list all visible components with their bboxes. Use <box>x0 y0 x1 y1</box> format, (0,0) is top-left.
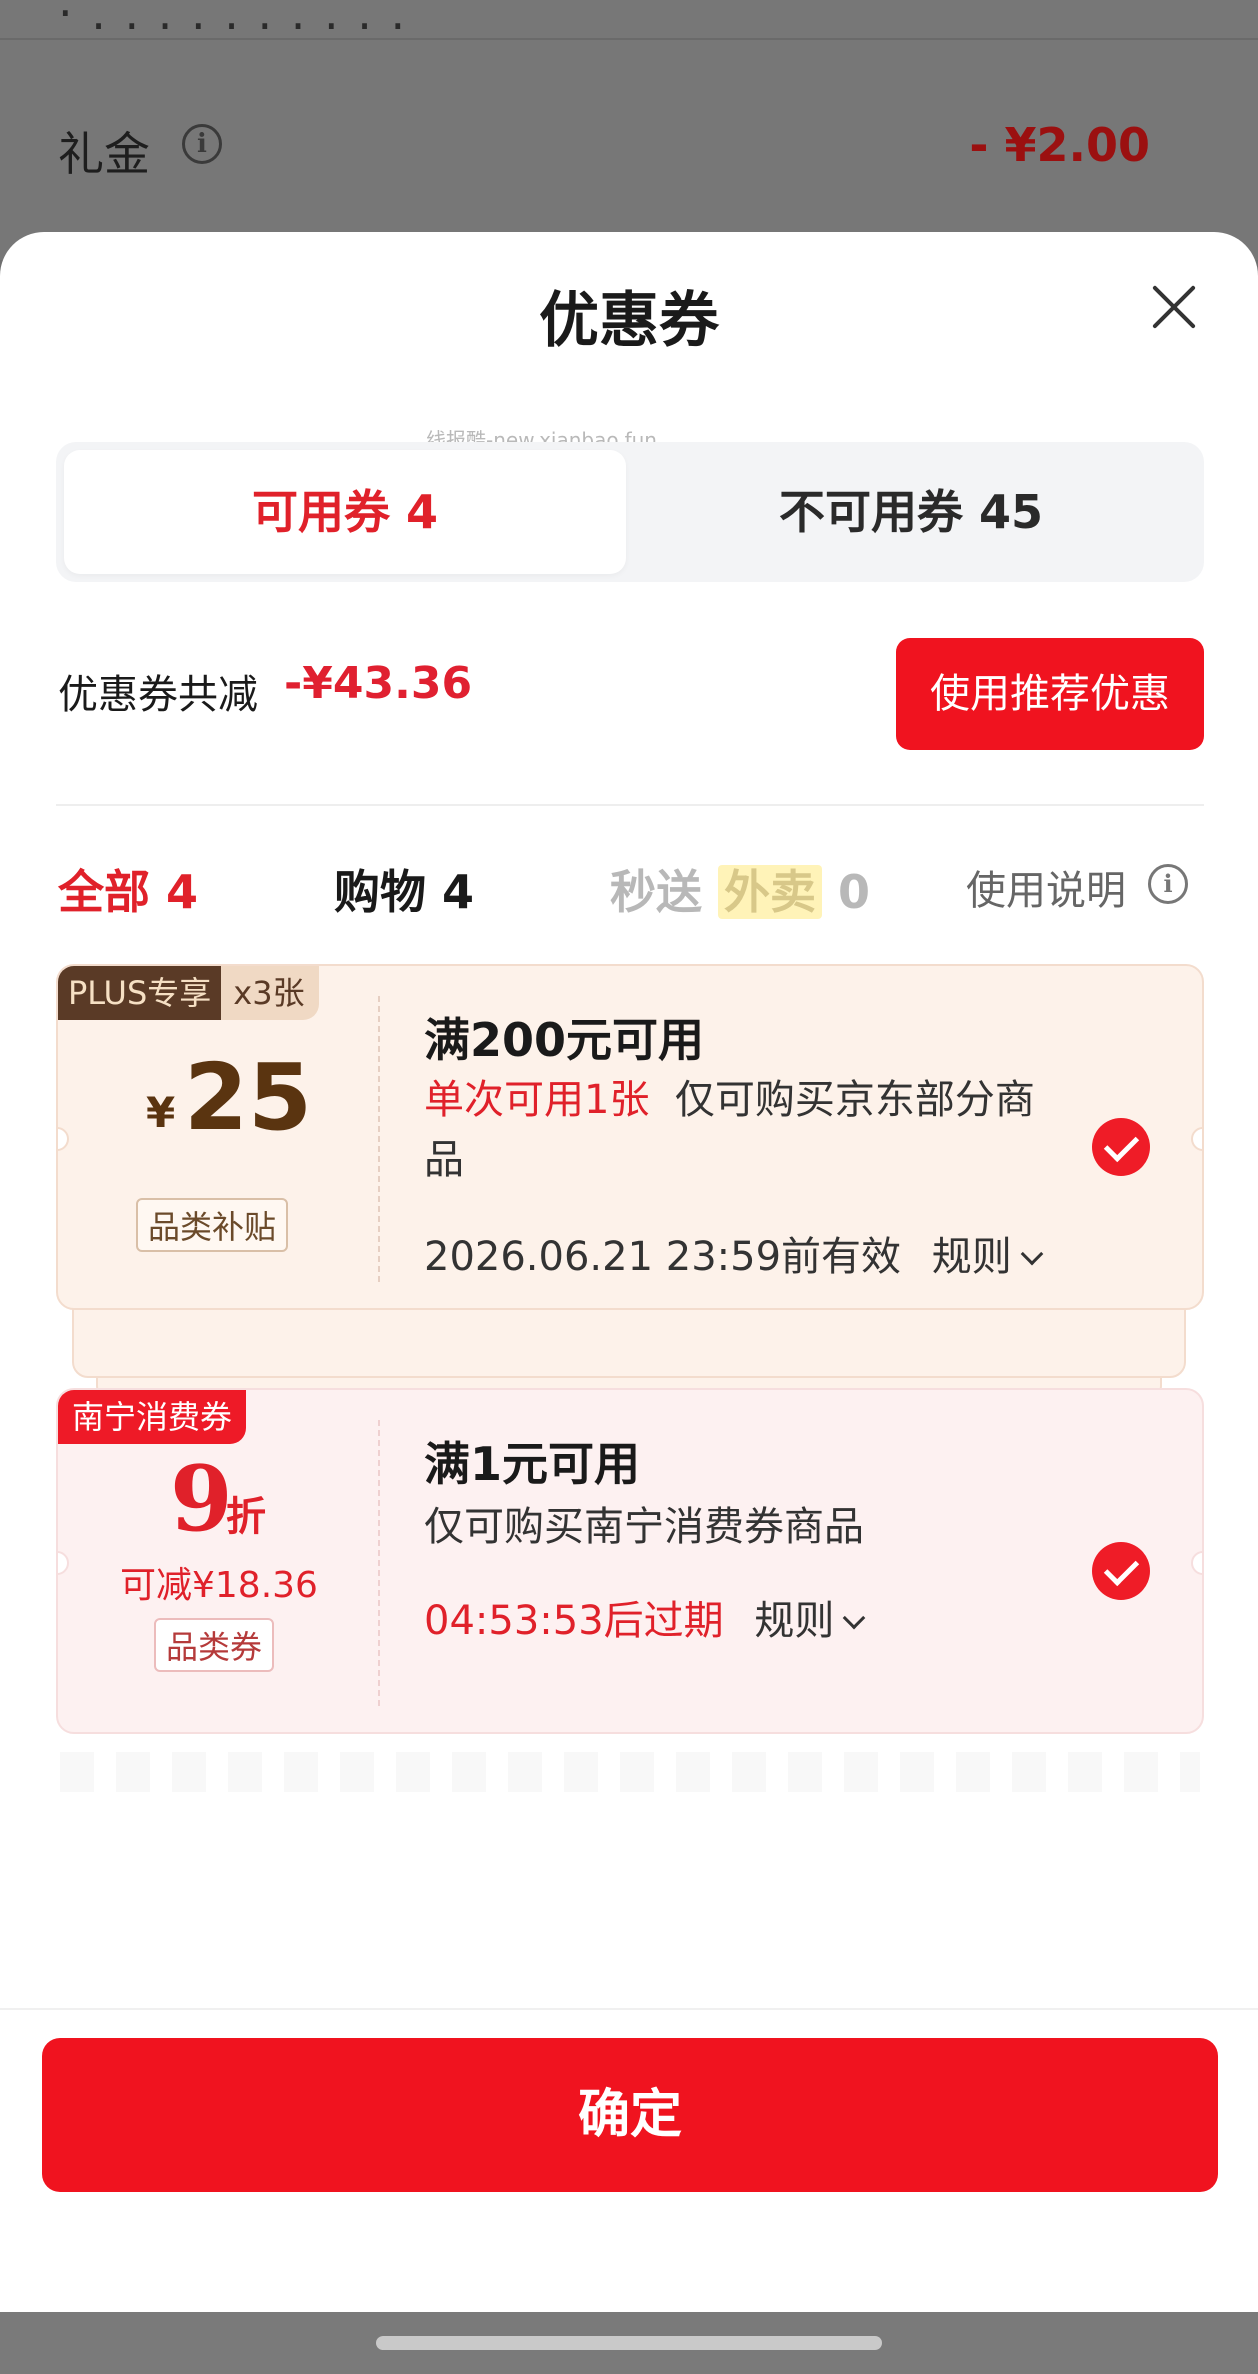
nanning-badge: 南宁消费券 <box>58 1390 247 1444</box>
filter-shopping[interactable]: 购物 4 <box>334 856 474 922</box>
checkmark-icon[interactable] <box>1092 1118 1150 1176</box>
rule-toggle[interactable]: 规则 <box>931 1234 1044 1280</box>
coupon-value: 25 <box>184 1044 313 1151</box>
coupon-sheet: 优惠券 线报酷-new.xianbao.fun 可用券 4 不可用券 45 优惠… <box>0 232 1258 2312</box>
total-discount-amount: -¥43.36 <box>284 658 473 709</box>
reduce-amount: 可减¥18.36 <box>120 1565 318 1606</box>
category-tag: 品类券 <box>154 1618 275 1672</box>
footer-divider <box>0 2008 1258 2010</box>
coupon-divider <box>378 1420 380 1706</box>
coupon-card[interactable]: PLUS专享 x3张 ¥ 25 品类补贴 满200元可用 单次可用1张 仅可购买… <box>56 964 1204 1310</box>
background-page: · . . . . . . . . . . 礼金 i - ¥2.00 <box>0 0 1258 260</box>
close-icon[interactable] <box>1146 280 1202 336</box>
filter-all[interactable]: 全部 4 <box>58 856 198 922</box>
info-icon[interactable]: i <box>1148 864 1188 904</box>
coupon-limit: 单次可用1张 <box>424 1077 650 1123</box>
use-recommended-button[interactable]: 使用推荐优惠 <box>896 638 1204 750</box>
rule-toggle[interactable]: 规则 <box>754 1598 866 1644</box>
chevron-down-icon <box>843 1606 866 1630</box>
sheet-title: 优惠券 <box>539 286 719 356</box>
coupon-expiry: 04:53:53后过期 规则 <box>424 1588 866 1646</box>
gift-amount: - ¥2.00 <box>969 118 1150 172</box>
coupon-tabs: 可用券 4 不可用券 45 <box>56 442 1204 582</box>
takeout-tag: 外卖 <box>718 865 823 919</box>
coupon-notch <box>1191 1127 1202 1151</box>
background-top-text: · . . . . . . . . . . <box>58 0 408 40</box>
checkmark-icon[interactable] <box>1092 1542 1150 1600</box>
tab-available[interactable]: 可用券 4 <box>64 450 626 574</box>
rule-label: 规则 <box>754 1598 835 1644</box>
discount-unit: 折 <box>226 1494 266 1540</box>
coupon-description: 单次可用1张 仅可购买京东部分商品 <box>424 1070 1064 1190</box>
confirm-button[interactable]: 确定 <box>42 2038 1218 2192</box>
discount-value: 9 <box>170 1446 233 1552</box>
total-discount-label: 优惠券共减 <box>58 672 258 718</box>
rule-label: 规则 <box>931 1234 1012 1280</box>
coupon-condition: 满1元可用 <box>424 1437 641 1491</box>
coupon-divider <box>378 996 380 1282</box>
faded-hint-row <box>60 1752 1200 1792</box>
coupon-card[interactable]: 南宁消费券 9 折 可减¥18.36 品类券 满1元可用 仅可购买南宁消费券商品… <box>56 1388 1204 1734</box>
chevron-down-icon <box>1020 1242 1044 1266</box>
coupon-scope: 仅可购买南宁消费券商品 <box>424 1504 864 1550</box>
filter-fast-delivery[interactable]: 秒送 外卖 0 <box>610 856 870 922</box>
background-divider <box>0 38 1258 40</box>
usage-instructions-link[interactable]: 使用说明 <box>966 858 1126 916</box>
filter-fast-label: 秒送 <box>610 865 702 919</box>
coupon-notch <box>1191 1551 1202 1575</box>
section-divider <box>56 804 1204 806</box>
coupon-condition: 满200元可用 <box>424 1013 705 1067</box>
coupon-notch <box>58 1551 69 1575</box>
coupon-validity: 2026.06.21 23:59前有效 规则 <box>424 1224 1044 1282</box>
coupon-valid-date: 2026.06.21 23:59前有效 <box>424 1234 902 1280</box>
home-bar-area <box>0 2312 1258 2374</box>
expire-countdown: 04:53:53后过期 <box>424 1598 724 1644</box>
home-indicator[interactable] <box>376 2336 882 2350</box>
currency-symbol: ¥ <box>146 1088 176 1137</box>
tab-unavailable[interactable]: 不可用券 45 <box>626 450 1196 574</box>
category-tag: 品类补贴 <box>136 1198 289 1252</box>
gift-label: 礼金 <box>58 127 150 181</box>
plus-badge: PLUS专享 x3张 <box>58 966 319 1020</box>
plus-exclusive-label: PLUS专享 <box>58 966 222 1020</box>
filter-fast-count: 0 <box>838 865 871 919</box>
info-icon: i <box>182 124 222 164</box>
coupon-count: x3张 <box>221 966 319 1020</box>
coupon-notch <box>58 1127 69 1151</box>
